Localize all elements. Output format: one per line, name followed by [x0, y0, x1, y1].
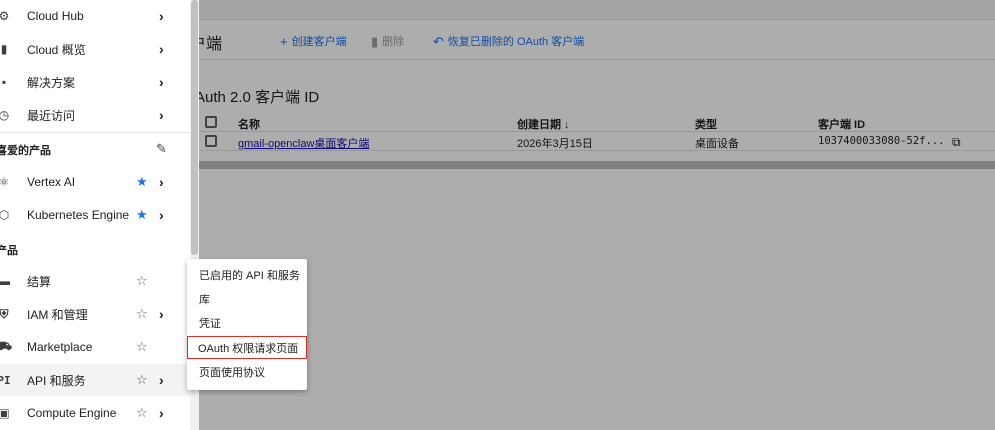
chevron-right-icon: ›: [159, 372, 164, 388]
sidebar-item-compute-engine[interactable]: ▣ Compute Engine ☆ ›: [0, 397, 190, 429]
api-icon: PI: [0, 373, 11, 387]
shield-icon: ⛨: [0, 306, 9, 321]
chevron-right-icon: ›: [159, 41, 164, 57]
submenu-item-credentials[interactable]: 凭证: [187, 311, 307, 335]
navigation-sidebar: ⚙ Cloud Hub › ▮ Cloud 概览 › ▪ 解决方案 › ◷ 最近…: [0, 0, 190, 430]
star-outline-icon[interactable]: ☆: [136, 372, 148, 388]
sidebar-item-label: API 和服务: [27, 373, 86, 388]
products-section-label: 产品: [0, 245, 18, 257]
grid-icon: ▪: [1, 75, 7, 89]
sidebar-item-recent[interactable]: ◷ 最近访问 ›: [0, 99, 190, 131]
sidebar-item-billing[interactable]: ▬ 结算 ☆: [0, 265, 190, 297]
star-filled-icon[interactable]: ★: [136, 174, 148, 190]
chevron-right-icon: ›: [159, 74, 164, 90]
star-filled-icon[interactable]: ★: [136, 207, 148, 223]
chevron-right-icon: ›: [159, 306, 164, 322]
chevron-right-icon: ›: [159, 174, 164, 190]
star-outline-icon[interactable]: ☆: [136, 306, 148, 322]
chevron-right-icon: ›: [159, 8, 164, 24]
chevron-right-icon: ›: [159, 207, 164, 223]
sidebar-item-iam-admin[interactable]: ⛨ IAM 和管理 ☆ ›: [0, 298, 190, 330]
dashboard-icon: ▮: [0, 42, 8, 56]
sidebar-item-label: Cloud 概览: [27, 42, 86, 57]
sidebar-item-cloud-overview[interactable]: ▮ Cloud 概览 ›: [0, 33, 190, 65]
vertex-ai-icon: ⚛: [0, 175, 10, 189]
sidebar-item-label: 最近访问: [27, 108, 76, 123]
submenu-item-library[interactable]: 库: [187, 287, 307, 311]
sidebar-item-vertex-ai[interactable]: ⚛ Vertex AI ★ ›: [0, 166, 190, 198]
sliders-icon: ⚙: [0, 9, 10, 23]
billing-icon: ▬: [0, 274, 10, 288]
star-outline-icon[interactable]: ☆: [136, 405, 148, 421]
sidebar-item-solutions[interactable]: ▪ 解决方案 ›: [0, 66, 190, 98]
chevron-right-icon: ›: [159, 107, 164, 123]
submenu-item-enabled-apis[interactable]: 已启用的 API 和服务: [187, 263, 307, 287]
sidebar-item-label: Marketplace: [27, 340, 93, 354]
sidebar-item-label: Cloud Hub: [27, 9, 84, 23]
submenu-item-oauth-consent-screen[interactable]: OAuth 权限请求页面: [187, 336, 307, 359]
sidebar-item-label: Vertex AI: [27, 175, 76, 189]
star-outline-icon[interactable]: ☆: [136, 273, 148, 289]
sidebar-item-kubernetes-engine[interactable]: ⬡ Kubernetes Engine ★ ›: [0, 199, 190, 231]
sidebar-item-label: 结算: [27, 274, 52, 289]
sidebar-item-marketplace[interactable]: ⛟ Marketplace ☆: [0, 331, 190, 363]
sidebar-item-label: Kubernetes Engine: [27, 208, 130, 222]
chip-icon: ▣: [0, 406, 10, 420]
sidebar-item-label: IAM 和管理: [27, 307, 88, 322]
pencil-icon[interactable]: ✎: [156, 141, 167, 157]
sidebar-scroll-thumb[interactable]: [191, 0, 198, 255]
sidebar-item-api-services[interactable]: PI API 和服务 ☆ ›: [0, 364, 190, 396]
submenu-item-page-usage-agreements[interactable]: 页面使用协议: [187, 360, 307, 384]
cart-icon: ⛟: [0, 339, 13, 353]
sidebar-item-cloud-hub[interactable]: ⚙ Cloud Hub ›: [0, 0, 190, 32]
kubernetes-icon: ⬡: [0, 208, 10, 222]
star-outline-icon[interactable]: ☆: [136, 339, 148, 355]
sidebar-item-label: 解决方案: [27, 75, 76, 90]
chevron-right-icon: ›: [159, 405, 164, 421]
api-services-submenu: 已启用的 API 和服务 库 凭证 OAuth 权限请求页面 页面使用协议: [187, 259, 307, 390]
clock-icon: ◷: [0, 108, 10, 122]
sidebar-item-label: Compute Engine: [27, 406, 117, 420]
favorites-section-label: 喜爱的产品: [0, 145, 51, 157]
sidebar-divider: [0, 132, 190, 133]
